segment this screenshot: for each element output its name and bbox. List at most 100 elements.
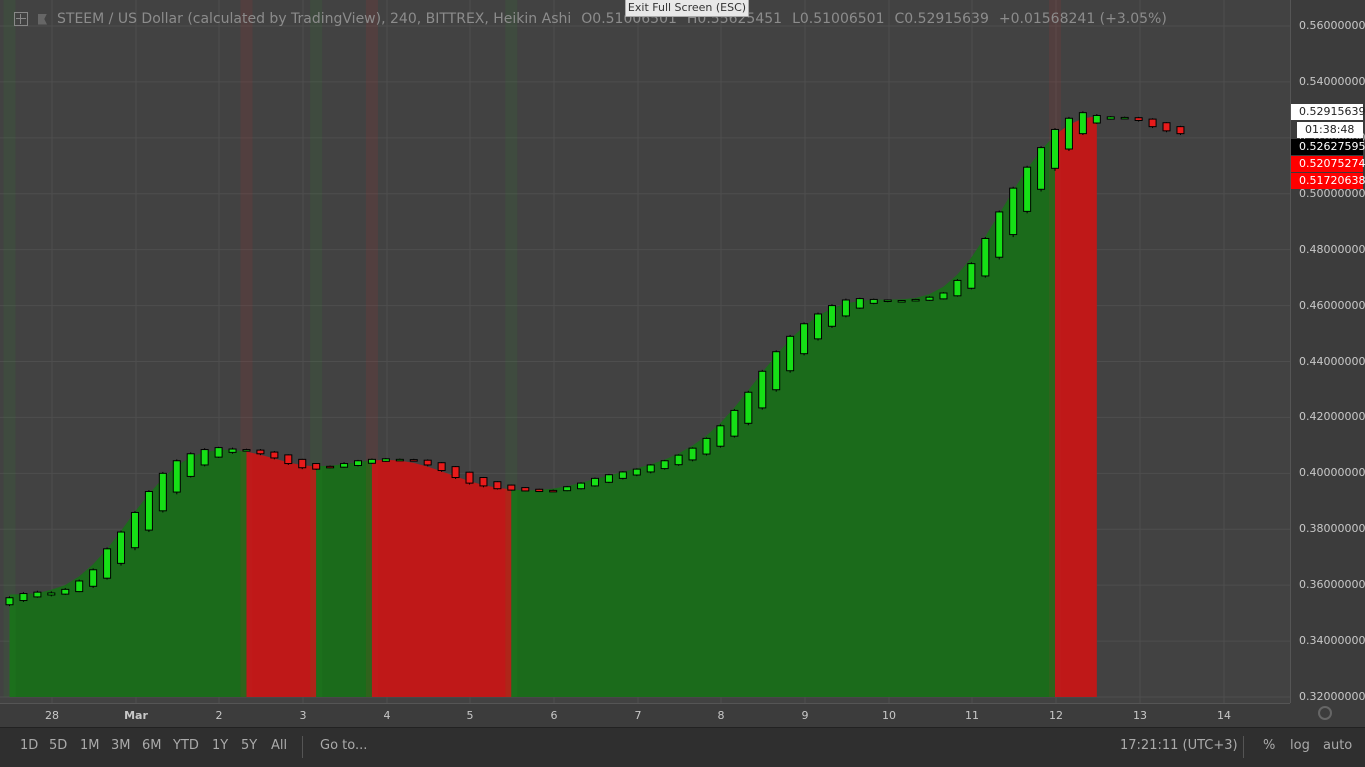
candle-body [618, 471, 627, 479]
candle-body [158, 472, 167, 512]
candle-body [674, 454, 683, 466]
percent-toggle[interactable]: % [1263, 738, 1275, 753]
transition-band [240, 0, 253, 697]
price-tick-label: 0.34000000 [1299, 634, 1365, 648]
area-segment [511, 135, 1056, 698]
candle-body [911, 298, 920, 302]
range-button-1m[interactable]: 1M [80, 738, 100, 753]
candle-body [646, 464, 655, 473]
time-tick-label: 7 [634, 709, 642, 722]
price-tick-label: 0.54000000 [1299, 74, 1365, 88]
price-tick-label: 0.48000000 [1299, 242, 1365, 256]
goto-button[interactable]: Go to... [320, 738, 367, 753]
candle-body [1092, 114, 1101, 124]
transition-band [505, 0, 518, 697]
area-segment [371, 459, 512, 697]
transition-band [3, 0, 16, 697]
exit-fullscreen-button[interactable]: Exit Full Screen (ESC) [625, 0, 749, 17]
candle-body [590, 477, 599, 487]
ohlc-low: L0.51006501 [792, 11, 885, 27]
candle-body [423, 459, 432, 466]
candle-body [702, 437, 711, 455]
time-axis[interactable]: 28 Mar 2 3 4 5 6 7 8 9 10 11 12 13 14 [0, 703, 1290, 727]
candle-body [632, 468, 641, 476]
candle-body [1078, 112, 1087, 135]
candle-body [354, 460, 362, 467]
clock-display[interactable]: 17:21:11 (UTC+3) [1120, 738, 1238, 753]
candle-body [967, 263, 976, 289]
candle-body [1009, 187, 1018, 236]
price-tick-label: 0.42000000 [1299, 410, 1365, 424]
candle-body [1106, 116, 1115, 120]
range-button-1y[interactable]: 1Y [212, 738, 228, 753]
candle-body [19, 593, 28, 602]
flag-icon[interactable] [38, 13, 47, 25]
candle-body [855, 298, 864, 309]
candle-body [270, 451, 279, 459]
range-button-1d[interactable]: 1D [20, 738, 38, 753]
candle-body [5, 597, 14, 606]
candle-body [395, 458, 404, 462]
candle-body [117, 531, 126, 564]
candle-body [869, 298, 878, 304]
time-tick-label: 10 [882, 709, 896, 722]
range-button-3m[interactable]: 3M [111, 738, 131, 753]
candle-body [800, 323, 809, 355]
time-tick-label: 6 [550, 709, 558, 722]
candle-body [130, 511, 139, 549]
price-tick-label: 0.44000000 [1299, 354, 1365, 368]
gear-icon[interactable] [1318, 706, 1332, 720]
toolbar-divider [1243, 736, 1244, 758]
range-button-5d[interactable]: 5D [49, 738, 67, 753]
candle-body [103, 548, 112, 579]
candle-body [465, 471, 474, 484]
candle-body [186, 453, 195, 477]
time-tick-label: Mar [124, 709, 148, 722]
range-button-5y[interactable]: 5Y [241, 738, 257, 753]
symbol-title[interactable]: STEEM / US Dollar (calculated by Trading… [57, 11, 571, 27]
candle-body [1134, 117, 1143, 121]
price-axis[interactable]: 0.560000000.540000000.520000000.50000000… [1290, 0, 1365, 703]
candle-body [507, 484, 516, 491]
candle-body [340, 463, 349, 468]
candle-body [284, 454, 293, 465]
candle-body [981, 237, 990, 277]
candle-body [814, 313, 823, 340]
candle-body [437, 462, 446, 472]
candle-body [1148, 118, 1157, 128]
candle-body [144, 491, 153, 531]
candle-body [786, 335, 795, 372]
candle-body [172, 460, 181, 493]
price-tick-label: 0.40000000 [1299, 466, 1365, 480]
collapse-legend-icon[interactable] [14, 12, 28, 26]
candle-body [730, 409, 739, 437]
time-tick-label: 5 [466, 709, 474, 722]
candle-body [1176, 126, 1185, 135]
time-tick-label: 12 [1049, 709, 1063, 722]
candle-body [841, 299, 850, 317]
range-button-ytd[interactable]: YTD [173, 738, 199, 753]
chart-area[interactable]: STEEM / US Dollar (calculated by Trading… [0, 0, 1290, 703]
high-marker-label: 0.52075274 [1291, 156, 1365, 172]
auto-toggle[interactable]: auto [1323, 738, 1352, 753]
toolbar-divider [302, 736, 303, 758]
low-marker-label: 0.51720638 [1291, 173, 1365, 189]
price-tick-label: 0.38000000 [1299, 522, 1365, 536]
candle-body [563, 486, 572, 492]
transition-band [310, 0, 323, 697]
candle-body [604, 474, 613, 483]
candle-body [953, 279, 962, 297]
price-tick-label: 0.36000000 [1299, 578, 1365, 592]
candle-body [312, 463, 321, 470]
chart-legend: STEEM / US Dollar (calculated by Trading… [14, 11, 1167, 27]
area-segment [316, 460, 372, 697]
candle-body [61, 588, 70, 595]
chart-canvas[interactable] [0, 0, 1290, 703]
price-tick-label: 0.56000000 [1299, 19, 1365, 32]
candle-body [758, 370, 767, 409]
range-button-all[interactable]: All [271, 738, 287, 753]
time-tick-label: 11 [965, 709, 979, 722]
candle-body [381, 458, 390, 462]
range-button-6m[interactable]: 6M [142, 738, 162, 753]
log-toggle[interactable]: log [1290, 738, 1310, 753]
